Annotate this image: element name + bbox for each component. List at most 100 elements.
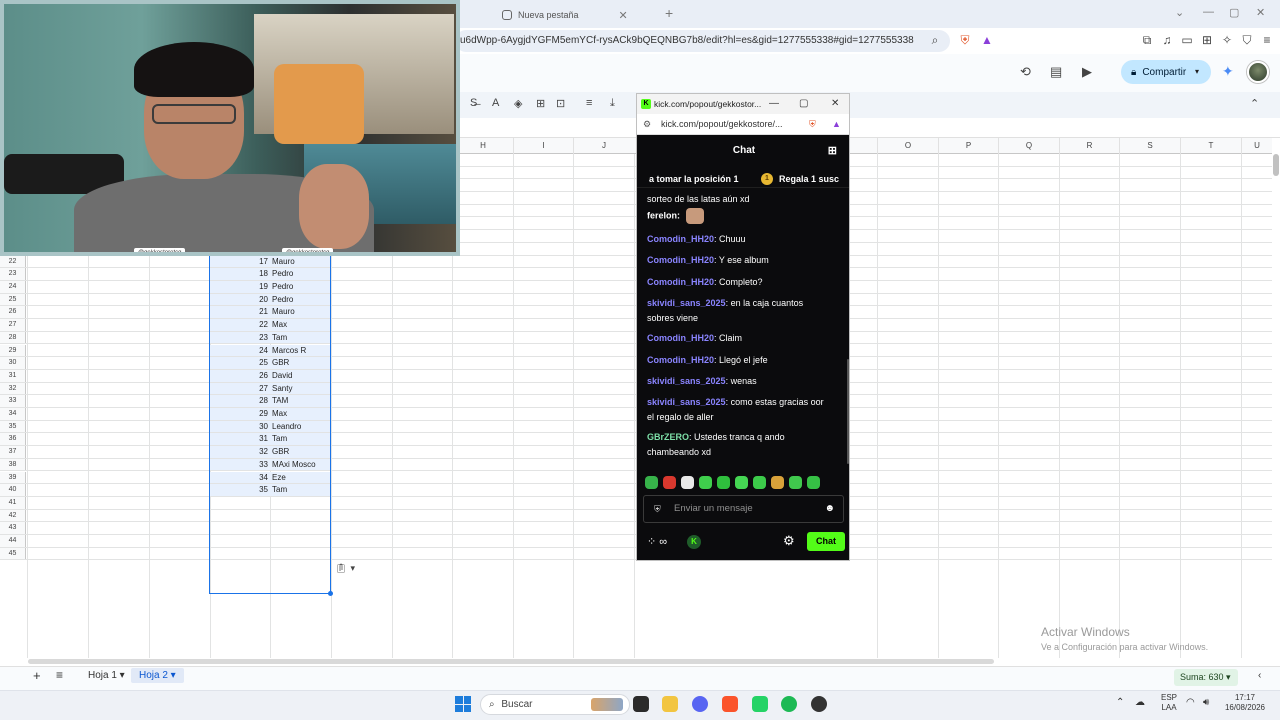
message-user[interactable]: Comodin_HH20 [647, 255, 714, 265]
brave-rewards-icon[interactable]: ▲ [832, 114, 841, 135]
row-header[interactable]: 24 [0, 281, 26, 293]
emote-icon[interactable] [807, 476, 820, 489]
collapse-toolbar-icon[interactable]: ⌃ [1250, 97, 1259, 110]
merge-icon[interactable]: ⊡ [556, 97, 565, 110]
row-header[interactable]: 33 [0, 395, 26, 407]
leo-icon[interactable]: ✧ [1220, 33, 1234, 47]
row-header[interactable]: 30 [0, 357, 26, 369]
message-user[interactable]: skividi_sans_2025 [647, 298, 726, 308]
row-header[interactable]: 29 [0, 344, 26, 357]
gift-subs-icon[interactable]: ⊞ [828, 136, 837, 166]
menu-icon[interactable]: ≡ [1260, 33, 1274, 47]
sidebar-icon[interactable]: ▭ [1180, 33, 1194, 47]
zoom-icon[interactable]: ⌕ [928, 33, 942, 47]
side-panel-toggle-icon[interactable]: ‹ [1258, 670, 1261, 681]
row-header[interactable]: 35 [0, 420, 26, 433]
meet-icon[interactable]: ▶ [1082, 64, 1092, 80]
discord-icon[interactable] [692, 696, 708, 712]
site-settings-icon[interactable]: ⚙ [643, 114, 651, 135]
message-user[interactable]: GBrZERO [647, 432, 689, 442]
maximize-icon[interactable]: ▢ [799, 94, 808, 114]
send-chat-button[interactable]: Chat [807, 532, 845, 551]
language-indicator[interactable]: ESP LAA [1158, 693, 1180, 713]
dropdown-icon[interactable]: ⌄ [1175, 6, 1184, 19]
sheet-tab-hoja-2[interactable]: Hoja 2 ▾ [131, 668, 184, 683]
column-header[interactable]: T [1180, 138, 1241, 154]
row-header[interactable]: 39 [0, 471, 26, 484]
column-header[interactable]: H [452, 138, 513, 154]
message-user[interactable]: Comodin_HH20 [647, 277, 714, 287]
row-header[interactable]: 31 [0, 369, 26, 382]
kick-badge-icon[interactable]: K [687, 535, 701, 549]
row-header[interactable]: 41 [0, 496, 26, 509]
add-sheet-button[interactable]: + [33, 668, 41, 683]
browser-tab[interactable]: Nueva pestaña ✕ [502, 4, 628, 26]
maximize-icon[interactable]: ▢ [1229, 6, 1239, 19]
sheet-tab-hoja-1[interactable]: Hoja 1 ▾ [88, 670, 125, 681]
row-header[interactable]: 28 [0, 331, 26, 344]
row-header[interactable]: 38 [0, 458, 26, 471]
message-user[interactable]: ferelon [647, 210, 677, 220]
column-header[interactable]: S [1119, 138, 1180, 154]
column-header[interactable]: J [573, 138, 634, 154]
volume-icon[interactable]: 🔊︎ [1203, 698, 1209, 708]
wallet-icon[interactable]: ⊞ [1200, 33, 1214, 47]
align-icon[interactable]: ≡ [586, 97, 592, 109]
pinned-gift-bar[interactable]: a tomar la posición 1 1 Regala 1 susc [637, 170, 849, 188]
vpn-icon[interactable]: ⛉ [1240, 33, 1254, 47]
url-field[interactable]: u6dWpp-6AygjdYGFM5emYCf-rysACk9bQEQNBG7b… [455, 30, 950, 52]
column-header[interactable]: O [877, 138, 938, 154]
avatar[interactable] [1247, 61, 1269, 83]
message-user[interactable]: skividi_sans_2025 [647, 397, 726, 407]
popup-url[interactable]: kick.com/popout/gekkostore/... [661, 114, 783, 135]
message-user[interactable]: Comodin_HH20 [647, 333, 714, 343]
row-header[interactable]: 42 [0, 509, 26, 522]
emote-icon[interactable] [753, 476, 766, 489]
row-header[interactable]: 37 [0, 446, 26, 458]
fill-color-icon[interactable]: ◈ [514, 97, 522, 110]
emote-icon[interactable] [663, 476, 676, 489]
chat-message-input[interactable]: ⛨ Enviar un mensaje ☻ [643, 495, 844, 523]
vertical-scrollbar[interactable] [1273, 154, 1279, 176]
column-header[interactable]: U [1241, 138, 1272, 154]
media-icon[interactable]: ♫ [1160, 33, 1174, 47]
emote-icon[interactable] [735, 476, 748, 489]
message-user[interactable]: skividi_sans_2025 [647, 376, 726, 386]
comments-icon[interactable]: ▤ [1050, 64, 1062, 80]
valign-icon[interactable]: ⤓ [610, 97, 615, 110]
column-header[interactable]: I [513, 138, 573, 154]
row-header[interactable]: 36 [0, 433, 26, 446]
emote-icon[interactable] [681, 476, 694, 489]
channel-points-button[interactable]: ⁘ ∞ [647, 535, 667, 548]
message-user[interactable]: Comodin_HH20 [647, 355, 714, 365]
emote-icon[interactable] [645, 476, 658, 489]
message-user[interactable]: Comodin_HH20 [647, 234, 714, 244]
windows-start-icon[interactable] [455, 696, 471, 712]
new-tab-button[interactable]: + [665, 5, 673, 21]
emote-icon[interactable] [771, 476, 784, 489]
row-header[interactable]: 45 [0, 547, 26, 560]
minimize-icon[interactable]: — [1203, 6, 1214, 18]
brave-shield-icon[interactable]: ⛨ [958, 33, 972, 47]
brave-shield-icon[interactable]: ⛨ [809, 114, 816, 135]
task-view-icon[interactable] [633, 696, 649, 712]
taskbar-search[interactable]: ⌕ Buscar [480, 694, 630, 715]
spotify-icon[interactable] [781, 696, 797, 712]
history-icon[interactable]: ⟲ [1020, 64, 1031, 80]
row-header[interactable]: 26 [0, 306, 26, 319]
paste-options-chip[interactable]: 📋︎ ▾ [335, 560, 365, 576]
row-header[interactable]: 32 [0, 382, 26, 395]
onedrive-icon[interactable]: ☁ [1135, 698, 1145, 708]
row-header[interactable]: 22 [0, 255, 26, 268]
close-tab-icon[interactable]: ✕ [619, 9, 628, 22]
clock[interactable]: 17:17 16/08/2026 [1220, 693, 1270, 713]
text-color-icon[interactable]: A [492, 97, 499, 109]
share-dropdown-icon[interactable]: ▾ [1195, 60, 1213, 84]
wifi-icon[interactable]: ◠ [1186, 698, 1195, 708]
minimize-icon[interactable]: — [769, 94, 779, 114]
extensions-icon[interactable]: ⧉ [1140, 33, 1154, 47]
borders-icon[interactable]: ⊞ [536, 97, 545, 110]
strikethrough-icon[interactable]: S̶ [470, 97, 477, 109]
tray-overflow-icon[interactable]: ⌃ [1116, 698, 1124, 708]
row-header[interactable]: 40 [0, 484, 26, 496]
